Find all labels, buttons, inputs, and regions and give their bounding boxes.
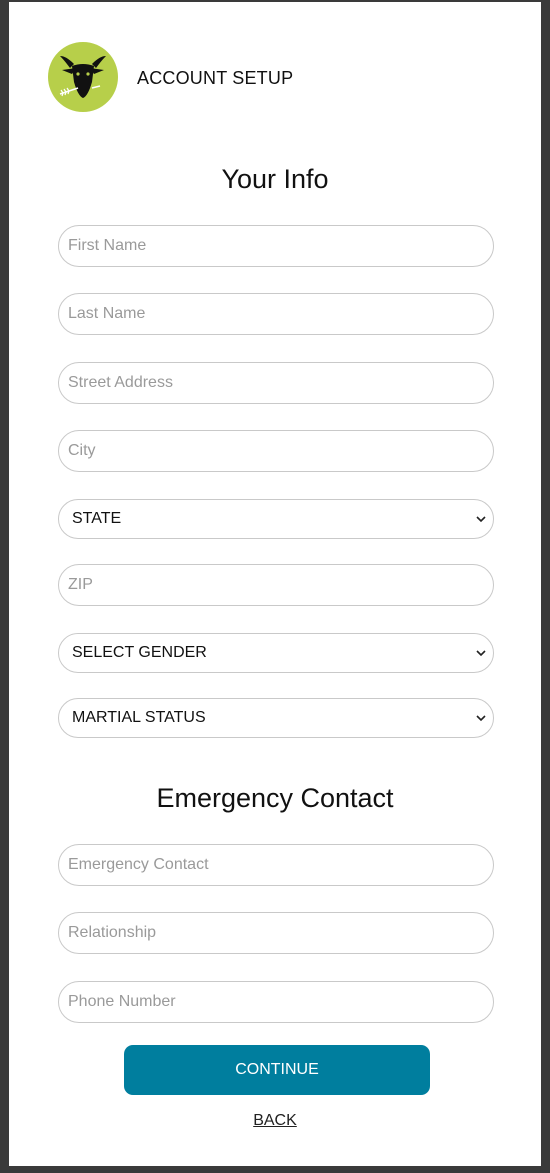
- marital-status-select[interactable]: MARTIAL STATUS: [58, 698, 494, 738]
- continue-button[interactable]: CONTINUE: [124, 1045, 430, 1095]
- back-link-wrapper: BACK: [9, 1112, 541, 1130]
- state-select-value: STATE: [72, 510, 122, 527]
- state-select[interactable]: STATE: [58, 499, 494, 539]
- city-field[interactable]: [58, 430, 494, 472]
- street-address-field[interactable]: [58, 362, 494, 404]
- marital-status-select-value: MARTIAL STATUS: [72, 709, 206, 726]
- first-name-field[interactable]: [58, 225, 494, 267]
- gender-select-value: SELECT GENDER: [72, 644, 207, 661]
- your-info-heading: Your Info: [221, 164, 329, 194]
- chevron-down-icon: [476, 715, 486, 722]
- chevron-down-icon: [476, 516, 486, 523]
- last-name-field[interactable]: [58, 293, 494, 335]
- emergency-contact-field[interactable]: [58, 844, 494, 886]
- emergency-contact-heading: Emergency Contact: [156, 783, 394, 813]
- page-title: ACCOUNT SETUP: [137, 68, 294, 88]
- chevron-down-icon: [476, 650, 486, 657]
- gender-select[interactable]: SELECT GENDER: [58, 633, 494, 673]
- account-setup-page: ACCOUNT SETUP Your Info STATE SELECT GEN…: [9, 2, 541, 1166]
- goat-head-icon: [48, 42, 118, 112]
- relationship-field[interactable]: [58, 912, 494, 954]
- zip-field[interactable]: [58, 564, 494, 606]
- back-link[interactable]: BACK: [253, 1112, 297, 1129]
- phone-number-field[interactable]: [58, 981, 494, 1023]
